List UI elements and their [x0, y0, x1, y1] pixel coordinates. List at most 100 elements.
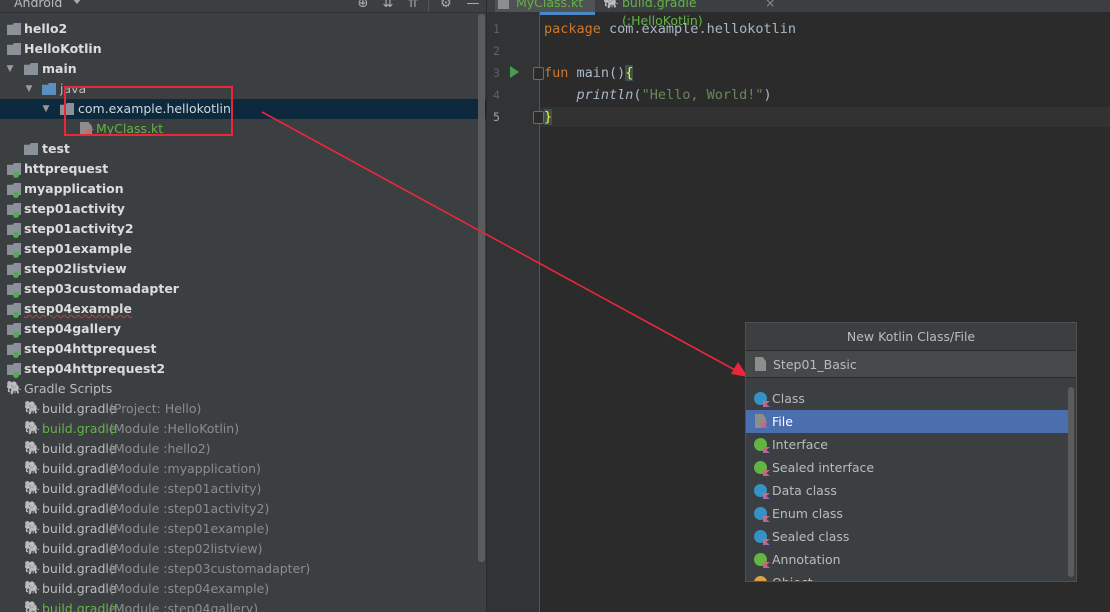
gear-icon[interactable]: ⚙: [438, 0, 454, 12]
module-status-icon: [13, 252, 19, 258]
line-number: 4: [493, 88, 500, 102]
kind-label: File: [772, 414, 793, 429]
module-status-icon: [13, 232, 19, 238]
gradle-file-name: build.gradle: [42, 521, 117, 536]
code-line-1: package com.example.hellokotlin: [544, 21, 796, 37]
kind-sealed-class[interactable]: Sealed class: [746, 525, 1068, 548]
gradle-file-item[interactable]: 🐘 build.gradle (Module :HelloKotlin): [0, 419, 487, 439]
tree-item-label: httprequest: [24, 161, 109, 176]
kind-label: Interface: [772, 437, 828, 452]
gradle-file-detail: (Module :step04gallery): [109, 601, 259, 612]
kind-list: Class File Interface Sealed interface Da…: [746, 387, 1068, 581]
project-view-selector[interactable]: Android: [14, 0, 62, 10]
tree-item-label: main: [42, 61, 77, 76]
string-literal: "Hello, World!": [641, 87, 764, 103]
kind-annotation[interactable]: Annotation: [746, 548, 1068, 571]
run-gutter-icon[interactable]: [510, 66, 519, 78]
chevron-down-icon[interactable]: ▼: [24, 79, 34, 99]
expand-all-icon[interactable]: ⇊: [380, 0, 396, 12]
gradle-icon: 🐘: [24, 541, 41, 556]
kind-class[interactable]: Class: [746, 387, 1068, 410]
tree-item-httprequest[interactable]: httprequest: [0, 159, 487, 179]
gradle-file-item[interactable]: 🐘 build.gradle (Module :hello2): [0, 439, 487, 459]
line-number: 5: [493, 110, 500, 124]
tree-item-myapplication[interactable]: myapplication: [0, 179, 487, 199]
tree-item-label: step01activity2: [24, 221, 134, 236]
kind-interface[interactable]: Interface: [746, 433, 1068, 456]
collapse-all-icon[interactable]: ⇈: [405, 0, 421, 12]
kind-object[interactable]: Object: [746, 571, 1068, 581]
tree-item-hellokotlin[interactable]: HelloKotlin: [0, 39, 487, 59]
tree-item-step03customadapter[interactable]: step03customadapter: [0, 279, 487, 299]
kind-enum-class[interactable]: Enum class: [746, 502, 1068, 525]
gradle-file-item[interactable]: 🐘 build.gradle (Module :step01activity): [0, 479, 487, 499]
close-icon[interactable]: ×: [765, 0, 775, 12]
gradle-file-item[interactable]: 🐘 build.gradle (Module :myapplication): [0, 459, 487, 479]
class-icon: [754, 392, 767, 405]
locate-target-icon[interactable]: ⊕: [355, 0, 371, 12]
keyword-fun: fun: [544, 65, 569, 81]
fold-marker-icon[interactable]: [533, 67, 544, 80]
tree-item-step01example[interactable]: step01example: [0, 239, 487, 259]
gradle-file-name: build.gradle: [42, 481, 117, 496]
gradle-file-item[interactable]: 🐘 build.gradle (Module :step02listview): [0, 539, 487, 559]
tree-item-gradle-scripts[interactable]: 🐘 Gradle Scripts: [0, 379, 487, 399]
close-brace: }: [544, 109, 553, 125]
minimize-icon[interactable]: —: [465, 0, 481, 12]
gradle-file-item[interactable]: 🐘 build.gradle (Module :step01activity2): [0, 499, 487, 519]
tree-item-step04gallery[interactable]: step04gallery: [0, 319, 487, 339]
gradle-icon: 🐘: [24, 581, 41, 596]
gradle-file-name: build.gradle: [42, 501, 117, 516]
chevron-down-icon[interactable]: ▼: [5, 59, 15, 79]
gradle-file-item[interactable]: 🐘 build.gradle (Module :step01example): [0, 519, 487, 539]
sealed-class-icon: [754, 530, 767, 543]
gradle-icon: 🐘: [24, 421, 41, 436]
object-icon: [754, 576, 767, 581]
tree-item-step04httprequest2[interactable]: step04httprequest2: [0, 359, 487, 379]
gradle-icon: 🐘: [24, 601, 41, 612]
kind-data-class[interactable]: Data class: [746, 479, 1068, 502]
chevron-down-icon[interactable]: ▼: [41, 99, 51, 119]
tree-item-main[interactable]: ▼ main: [0, 59, 487, 79]
tab-build-gradle[interactable]: 🐘 build.gradle (:HelloKotlin) ×: [601, 0, 781, 28]
interface-icon: [754, 438, 767, 451]
gradle-icon: 🐘: [24, 401, 41, 416]
tree-item-step02listview[interactable]: step02listview: [0, 259, 487, 279]
kind-file[interactable]: File: [746, 410, 1068, 433]
code-line-4: println("Hello, World!"): [544, 87, 772, 103]
gradle-file-detail: (Module :step03customadapter): [109, 561, 311, 576]
tree-item-step04httprequest[interactable]: step04httprequest: [0, 339, 487, 359]
tree-item-step01activity[interactable]: step01activity: [0, 199, 487, 219]
code-line-5: }: [544, 109, 553, 125]
annotation-icon: [754, 553, 767, 566]
tree-item-label: step02listview: [24, 261, 127, 276]
gradle-file-item[interactable]: 🐘 build.gradle (Module :step04gallery): [0, 599, 487, 612]
tree-item-test[interactable]: test: [0, 139, 487, 159]
chevron-down-icon[interactable]: [72, 0, 82, 4]
gradle-file-item[interactable]: 🐘 build.gradle (Module :step03customadap…: [0, 559, 487, 579]
module-status-icon: [13, 372, 19, 378]
tree-item-hello2[interactable]: hello2: [0, 19, 487, 39]
gradle-file-item[interactable]: 🐘 build.gradle (Project: Hello): [0, 399, 487, 419]
dialog-scrollbar[interactable]: [1068, 387, 1074, 577]
module-status-icon: [13, 212, 19, 218]
sealed-interface-icon: [754, 461, 767, 474]
kind-sealed-interface[interactable]: Sealed interface: [746, 456, 1068, 479]
gradle-file-name: build.gradle: [42, 601, 117, 612]
gradle-file-name: build.gradle: [42, 401, 117, 416]
tree-item-label: hello2: [24, 21, 68, 36]
project-scrollbar[interactable]: [478, 14, 485, 562]
gradle-file-item[interactable]: 🐘 build.gradle (Module :step04example): [0, 579, 487, 599]
file-name-input[interactable]: Step01_Basic: [746, 351, 1076, 378]
fold-marker-icon[interactable]: [533, 111, 544, 124]
tree-item-label: myapplication: [24, 181, 124, 196]
kind-label: Sealed class: [772, 529, 850, 544]
module-status-icon: [13, 352, 19, 358]
tree-item-label: step04httprequest: [24, 341, 157, 356]
open-brace: {: [625, 65, 634, 81]
editor-gutter: [487, 12, 539, 612]
gradle-file-detail: (Project: Hello): [109, 401, 202, 416]
tree-item-label: Gradle Scripts: [24, 381, 113, 396]
tree-item-step04example[interactable]: step04example: [0, 299, 487, 319]
tree-item-step01activity2[interactable]: step01activity2: [0, 219, 487, 239]
